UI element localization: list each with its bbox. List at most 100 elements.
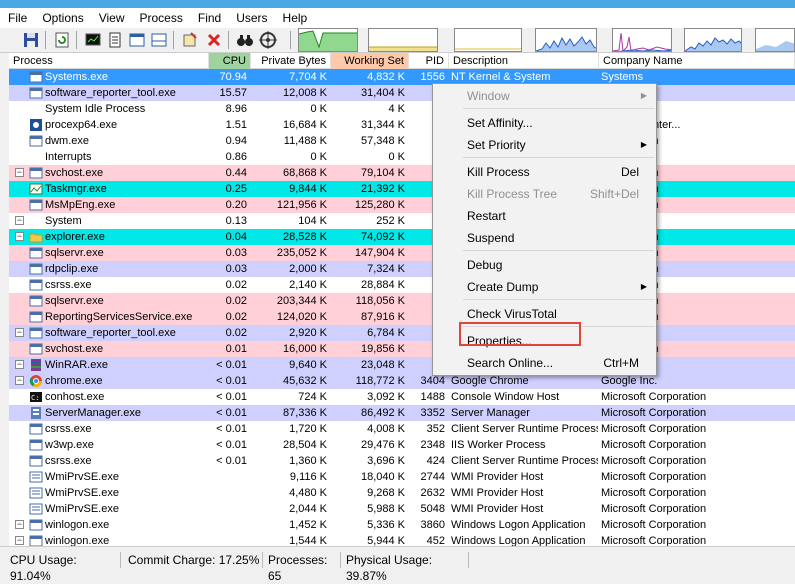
menu-item-window[interactable]: Window ▶ bbox=[434, 85, 655, 107]
tree-expander-icon[interactable]: − bbox=[15, 168, 24, 177]
column-header-private-bytes[interactable]: Private Bytes bbox=[251, 53, 331, 69]
company-value: Microsoft Corporation bbox=[601, 471, 707, 483]
process-row[interactable]: −WinRAR.exe< 0.019,640 K23,048 K4!oshal bbox=[9, 357, 795, 373]
column-header-process[interactable]: Process bbox=[9, 53, 209, 69]
find-target-icon[interactable] bbox=[259, 31, 277, 49]
process-row[interactable]: C: conhost.exe < 0.01 724 K 3,092 K 1488 Conso… bbox=[9, 389, 795, 405]
process-row[interactable]: Systems.exe 70.94 7,704 K 4,832 K 1556 NT Ker… bbox=[9, 69, 795, 85]
process-row[interactable]: WmiPrvSE.exe 9,116 K 18,040 K 2744 WMI Provi… bbox=[9, 469, 795, 485]
refresh-icon[interactable] bbox=[53, 31, 71, 49]
menu-item-shortcut: Shift+Del bbox=[589, 187, 639, 201]
tree-expander-icon[interactable]: − bbox=[15, 520, 24, 529]
menu-item-debug[interactable]: Debug bbox=[434, 254, 655, 276]
process-name: WmiPrvSE.exe bbox=[45, 471, 119, 483]
process-row[interactable]: ServerManager.exe < 0.01 87,336 K 86,492 K 3… bbox=[9, 405, 795, 421]
private-bytes-value: 121,956 K bbox=[276, 199, 327, 211]
menu-item-kill-process-tree[interactable]: Kill Process Tree Shift+Del bbox=[434, 183, 655, 205]
process-row[interactable]: MsMpEng.exe0.20121,956 K125,280 KCorpora… bbox=[9, 197, 795, 213]
menu-help[interactable]: Help bbox=[283, 11, 308, 25]
private-bytes-value: 2,000 K bbox=[289, 263, 327, 275]
column-header-working-set[interactable]: Working Set bbox=[331, 53, 409, 69]
process-row[interactable]: csrss.exe < 0.01 1,360 K 3,696 K 424 Client S… bbox=[9, 453, 795, 469]
save-icon[interactable] bbox=[22, 31, 40, 49]
tree-expander-icon[interactable]: − bbox=[15, 216, 24, 225]
menu-item-restart[interactable]: Restart bbox=[434, 205, 655, 227]
column-header-description[interactable]: Description bbox=[449, 53, 599, 69]
menu-item-set-affinity[interactable]: Set Affinity... bbox=[434, 112, 655, 134]
menu-file[interactable]: File bbox=[8, 11, 27, 25]
column-header-pid[interactable]: PID bbox=[409, 53, 449, 69]
pid-value: 352 bbox=[426, 423, 445, 435]
kill-process-icon[interactable] bbox=[205, 31, 223, 49]
working-set-value: 5,336 K bbox=[367, 519, 405, 531]
pid-value: 2348 bbox=[420, 439, 445, 451]
process-row[interactable]: csrss.exe < 0.01 1,720 K 4,008 K 352 Client S… bbox=[9, 421, 795, 437]
process-row[interactable]: w3wp.exe < 0.01 28,504 K 29,476 K 2348 IIS Wo… bbox=[9, 437, 795, 453]
cpu-value: < 0.01 bbox=[216, 359, 247, 371]
process-row[interactable]: csrss.exe0.022,140 K28,884 K3:Corporatio… bbox=[9, 277, 795, 293]
menu-process[interactable]: Process bbox=[140, 11, 183, 25]
company-value: Microsoft Corporation bbox=[601, 535, 707, 546]
process-name: software_reporter_tool.exe bbox=[45, 87, 176, 99]
properties-icon[interactable] bbox=[106, 31, 124, 49]
process-row[interactable]: Taskmgr.exe0.259,844 K21,392 K3Corporati… bbox=[9, 181, 795, 197]
process-row[interactable]: procexp64.exe1.5116,684 K31,344 K4!- www… bbox=[9, 117, 795, 133]
winrar-icon bbox=[31, 359, 41, 371]
column-header-cpu[interactable]: CPU bbox=[209, 53, 251, 69]
process-generic-icon bbox=[29, 247, 43, 259]
process-row[interactable]: sqlservr.exe0.03235,052 K147,904 K1:Corp… bbox=[9, 245, 795, 261]
menu-find[interactable]: Find bbox=[198, 11, 221, 25]
private-bytes-value: 9,116 K bbox=[289, 471, 327, 483]
process-name: winlogon.exe bbox=[45, 535, 110, 546]
column-header-company[interactable]: Company Name bbox=[599, 53, 795, 69]
private-bytes-value: 235,052 K bbox=[276, 247, 327, 259]
process-row[interactable]: WmiPrvSE.exe 2,044 K 5,988 K 5048 WMI Provid… bbox=[9, 501, 795, 517]
menu-item-set-priority[interactable]: Set Priority ▶ bbox=[434, 134, 655, 156]
menu-users[interactable]: Users bbox=[236, 11, 267, 25]
process-row[interactable]: System Idle Process 8.96 0 K 4 K bbox=[9, 101, 795, 117]
process-row[interactable]: rdpclip.exe0.032,000 K7,324 K3:Corporati… bbox=[9, 261, 795, 277]
process-row[interactable]: WmiPrvSE.exe 4,480 K 9,268 K 2632 WMI Provid… bbox=[9, 485, 795, 501]
process-row[interactable]: − software_reporter_tool.exe 0.02 2,920 K 6,… bbox=[9, 325, 795, 341]
private-bytes-value: 1,360 K bbox=[289, 455, 327, 467]
menu-item-search-online[interactable]: Search Online... Ctrl+M bbox=[434, 352, 655, 374]
process-row[interactable]: − chrome.exe < 0.01 45,632 K 118,772 K 3404 Go… bbox=[9, 373, 795, 389]
menu-item-create-dump[interactable]: Create Dump ▶ bbox=[434, 276, 655, 298]
process-row[interactable]: −explorer.exe0.0428,528 K74,092 K3:Corpo… bbox=[9, 229, 795, 245]
menu-item-shortcut: Ctrl+M bbox=[603, 356, 639, 370]
process-row[interactable]: − winlogon.exe 1,452 K 5,336 K 3860 Windows L… bbox=[9, 517, 795, 533]
tree-expander-icon[interactable]: − bbox=[15, 232, 24, 241]
tree-expander-icon[interactable]: − bbox=[15, 328, 24, 337]
process-row[interactable]: − winlogon.exe 1,544 K 5,944 K 452 Windows Lo… bbox=[9, 533, 795, 546]
menu-item-suspend[interactable]: Suspend bbox=[434, 227, 655, 249]
tree-expander-icon[interactable]: − bbox=[15, 536, 24, 545]
menu-item-kill-process[interactable]: Kill Process Del bbox=[434, 161, 655, 183]
process-row[interactable]: ReportingServicesService.exe 0.02 124,020 … bbox=[9, 309, 795, 325]
process-row[interactable]: software_reporter_tool.exe 15.57 12,008 K 3… bbox=[9, 85, 795, 101]
target-window-icon[interactable] bbox=[181, 31, 199, 49]
process-row[interactable]: sqlservr.exe0.02203,344 K118,056 K1:Corp… bbox=[9, 293, 795, 309]
process-name: winlogon.exe bbox=[45, 519, 110, 531]
cpu-graph[interactable] bbox=[298, 28, 358, 52]
disk-graph[interactable] bbox=[684, 28, 742, 52]
find-binoculars-icon[interactable] bbox=[236, 31, 254, 49]
memory-graph[interactable] bbox=[368, 28, 438, 52]
system-info-icon[interactable] bbox=[84, 31, 102, 49]
commit-graph[interactable] bbox=[454, 28, 522, 52]
process-row[interactable]: −svchost.exe0.4468,868 K79,104 K2iCorpor… bbox=[9, 165, 795, 181]
gpu-graph[interactable] bbox=[755, 28, 795, 52]
network-graph[interactable] bbox=[612, 28, 672, 52]
tree-view-icon[interactable] bbox=[128, 31, 146, 49]
menu-options[interactable]: Options bbox=[42, 11, 83, 25]
process-row[interactable]: Interrupts 0.86 0 K 0 K bbox=[9, 149, 795, 165]
menu-view[interactable]: View bbox=[99, 11, 125, 25]
tree-expander-icon[interactable]: − bbox=[15, 376, 24, 385]
menu-separator bbox=[463, 157, 655, 158]
lower-pane-icon[interactable] bbox=[150, 31, 168, 49]
process-row[interactable]: svchost.exe0.0116,000 K19,856 K8!Corpora… bbox=[9, 341, 795, 357]
cpu-value: < 0.01 bbox=[216, 391, 247, 403]
process-row[interactable]: dwm.exe0.9411,488 K57,348 KCorporation bbox=[9, 133, 795, 149]
tree-expander-icon[interactable]: − bbox=[15, 360, 24, 369]
io-graph[interactable] bbox=[535, 28, 597, 52]
process-row[interactable]: − System 0.13 104 K 252 K bbox=[9, 213, 795, 229]
